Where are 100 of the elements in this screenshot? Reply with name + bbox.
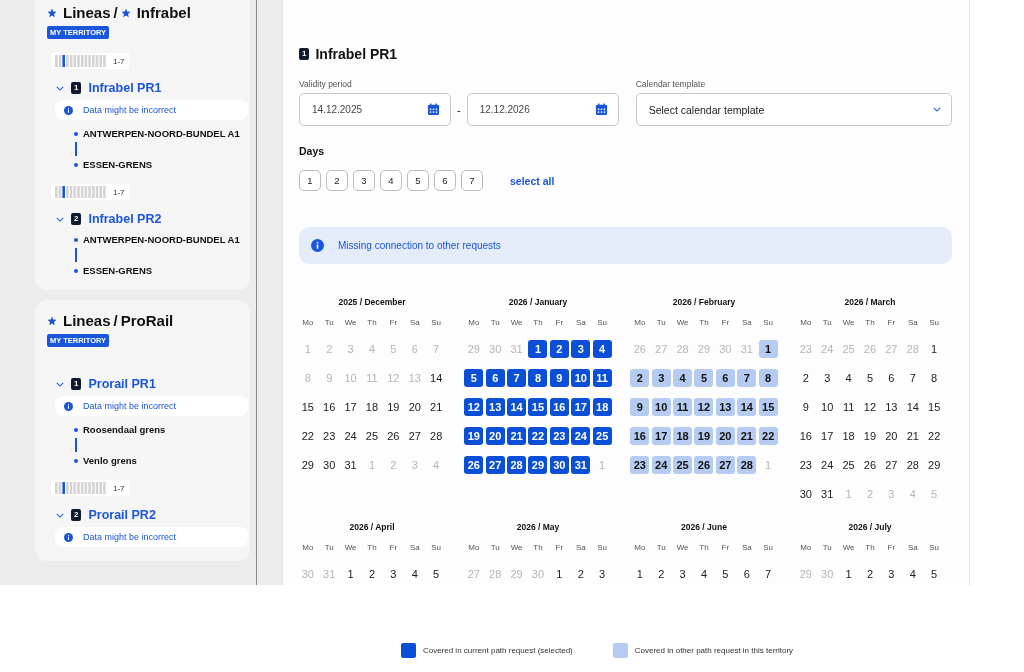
calendar-day[interactable]: 13 (881, 397, 901, 416)
calendar-day[interactable]: 1 (839, 564, 859, 583)
template-dropdown[interactable]: Select calendar template (635, 93, 952, 126)
calendar-day[interactable]: 29 (528, 455, 548, 474)
calendar-day[interactable]: 1 (924, 339, 944, 358)
calendar-day[interactable]: 18 (839, 426, 859, 445)
calendar-day[interactable]: 2 (630, 368, 650, 387)
calendar-day[interactable]: 31 (571, 455, 591, 474)
calendar-day[interactable]: 30 (549, 455, 569, 474)
calendar-day[interactable]: 26 (860, 455, 880, 474)
calendar-day[interactable]: 4 (694, 564, 714, 583)
calendar-day[interactable]: 16 (319, 397, 339, 416)
calendar-day[interactable]: 31 (341, 455, 361, 474)
calendar-day[interactable]: 11 (592, 368, 612, 387)
calendar-day[interactable]: 21 (737, 426, 757, 445)
calendar-day[interactable]: 13 (715, 397, 735, 416)
calendar-day[interactable]: 12 (464, 397, 484, 416)
weekday-toggle[interactable]: 3 (353, 170, 375, 191)
calendar-day[interactable]: 17 (651, 426, 671, 445)
calendar-day[interactable]: 19 (694, 426, 714, 445)
calendar-day[interactable]: 9 (549, 368, 569, 387)
calendar-day[interactable]: 5 (860, 368, 880, 387)
calendar-day[interactable]: 10 (651, 397, 671, 416)
calendar-day[interactable]: 2 (651, 564, 671, 583)
calendar-day[interactable]: 19 (383, 397, 403, 416)
calendar-day[interactable]: 3 (881, 564, 901, 583)
calendar-day[interactable]: 5 (715, 564, 735, 583)
calendar-day[interactable]: 30 (319, 455, 339, 474)
calendar-day[interactable]: 14 (507, 397, 527, 416)
calendar-day[interactable]: 9 (630, 397, 650, 416)
calendar-day[interactable]: 14 (737, 397, 757, 416)
calendar-day[interactable]: 22 (528, 426, 548, 445)
calendar-day[interactable]: 19 (464, 426, 484, 445)
calendar-day[interactable]: 7 (903, 368, 923, 387)
calendar-day[interactable]: 27 (405, 426, 425, 445)
calendar-day[interactable]: 14 (426, 368, 446, 387)
calendar-day[interactable]: 11 (839, 397, 859, 416)
calendar-day[interactable]: 12 (694, 397, 714, 416)
weekday-toggle[interactable]: 7 (461, 170, 483, 191)
calendar-day[interactable]: 10 (571, 368, 591, 387)
calendar-day[interactable]: 5 (426, 564, 446, 583)
calendar-day[interactable]: 25 (362, 426, 382, 445)
calendar-day[interactable]: 21 (507, 426, 527, 445)
calendar-day[interactable]: 4 (405, 564, 425, 583)
calendar-day[interactable]: 6 (881, 368, 901, 387)
calendar-day[interactable]: 24 (571, 426, 591, 445)
calendar-day[interactable]: 17 (341, 397, 361, 416)
calendar-day[interactable]: 16 (796, 426, 816, 445)
calendar-day[interactable]: 23 (319, 426, 339, 445)
request-link[interactable]: Prorail PR2 (88, 508, 156, 522)
calendar-day[interactable]: 2 (571, 564, 591, 583)
calendar-day[interactable]: 26 (464, 455, 484, 474)
calendar-day[interactable]: 17 (817, 426, 837, 445)
calendar-day[interactable]: 3 (651, 368, 671, 387)
calendar-day[interactable]: 27 (485, 455, 505, 474)
calendar-day[interactable]: 15 (758, 397, 778, 416)
date-field[interactable]: 12.12.2026 (466, 93, 619, 126)
calendar-day[interactable]: 3 (571, 339, 591, 358)
calendar-day[interactable]: 5 (694, 368, 714, 387)
calendar-day[interactable]: 25 (673, 455, 693, 474)
calendar-day[interactable]: 2 (549, 339, 569, 358)
calendar-day[interactable]: 7 (507, 368, 527, 387)
calendar-day[interactable]: 23 (796, 455, 816, 474)
chevron-icon[interactable] (56, 512, 64, 518)
calendar-day[interactable]: 8 (528, 368, 548, 387)
calendar-day[interactable]: 8 (924, 368, 944, 387)
calendar-day[interactable]: 15 (298, 397, 318, 416)
calendar-day[interactable]: 1 (630, 564, 650, 583)
calendar-day[interactable]: 21 (426, 397, 446, 416)
calendar-day[interactable]: 16 (549, 397, 569, 416)
calendar-day[interactable]: 24 (341, 426, 361, 445)
chevron-icon[interactable] (56, 85, 64, 91)
calendar-day[interactable]: 3 (383, 564, 403, 583)
calendar-day[interactable]: 31 (817, 484, 837, 503)
calendar-day[interactable]: 26 (383, 426, 403, 445)
calendar-day[interactable]: 8 (758, 368, 778, 387)
calendar-day[interactable]: 11 (673, 397, 693, 416)
calendar-day[interactable]: 15 (528, 397, 548, 416)
calendar-day[interactable]: 7 (758, 564, 778, 583)
calendar-day[interactable]: 1 (528, 339, 548, 358)
calendar-day[interactable]: 30 (796, 484, 816, 503)
calendar-day[interactable]: 7 (737, 368, 757, 387)
calendar-day[interactable]: 26 (694, 455, 714, 474)
calendar-day[interactable]: 27 (715, 455, 735, 474)
calendar-day[interactable]: 2 (796, 368, 816, 387)
calendar-day[interactable]: 5 (924, 564, 944, 583)
weekday-toggle[interactable]: 2 (326, 170, 348, 191)
calendar-day[interactable]: 28 (903, 455, 923, 474)
calendar-day[interactable]: 15 (924, 397, 944, 416)
calendar-day[interactable]: 9 (796, 397, 816, 416)
calendar-day[interactable]: 4 (592, 339, 612, 358)
weekday-toggle[interactable]: 5 (407, 170, 429, 191)
calendar-day[interactable]: 28 (507, 455, 527, 474)
weekday-toggle[interactable]: 1 (299, 170, 321, 191)
calendar-day[interactable]: 21 (903, 426, 923, 445)
request-link[interactable]: Infrabel PR2 (88, 212, 162, 226)
calendar-day[interactable]: 10 (817, 397, 837, 416)
calendar-day[interactable]: 18 (673, 426, 693, 445)
calendar-day[interactable]: 18 (362, 397, 382, 416)
calendar-day[interactable]: 18 (592, 397, 612, 416)
